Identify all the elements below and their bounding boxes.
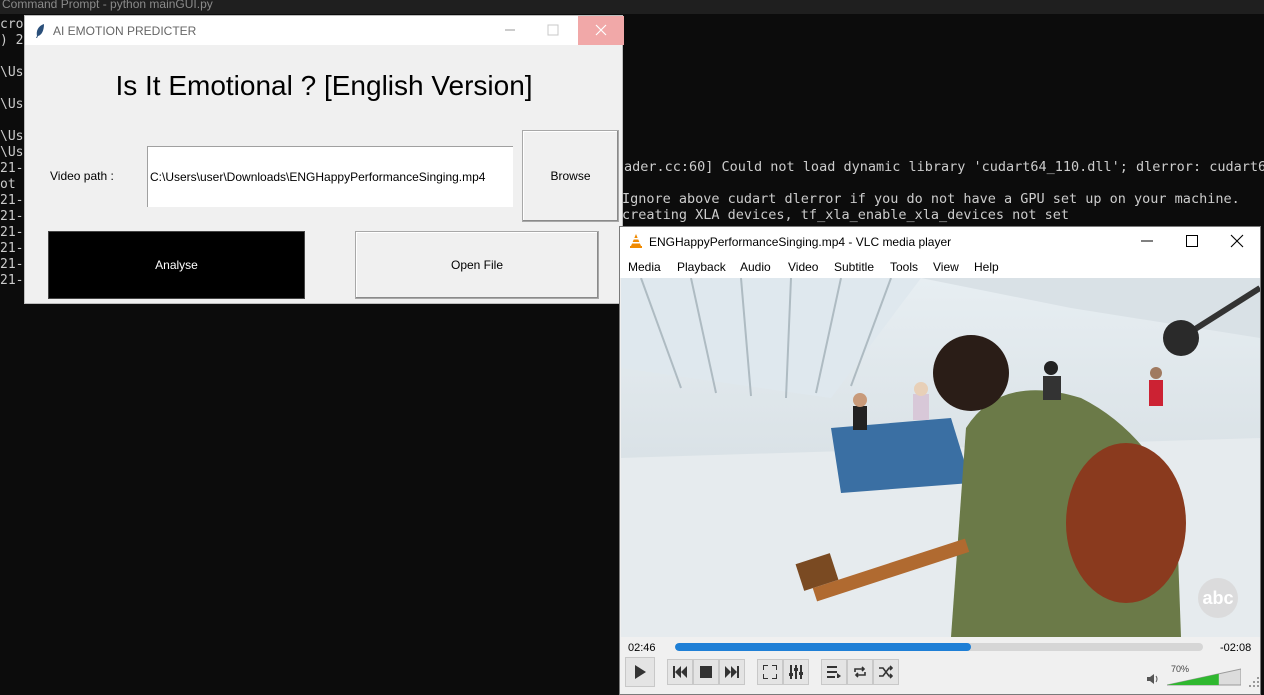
playlist-button[interactable] — [821, 659, 847, 685]
next-button[interactable] — [719, 659, 745, 685]
emotion-app-window: AI EMOTION PREDICTER Is It Emotional ? [… — [24, 15, 624, 304]
analyse-button-label: Analyse — [155, 258, 198, 272]
seek-bar[interactable] — [675, 643, 1203, 651]
browse-button-label: Browse — [550, 169, 591, 183]
analyse-button[interactable]: Analyse — [48, 231, 305, 299]
menu-item-video[interactable]: Video — [788, 260, 818, 274]
fullscreen-icon — [763, 665, 777, 679]
resize-grip-icon[interactable] — [1249, 677, 1259, 687]
cmd-line: cro — [0, 17, 24, 32]
vlc-menubar: Media Playback Audio Video Subtitle Tool… — [620, 256, 1260, 278]
menu-item-media[interactable]: Media — [628, 260, 661, 274]
cmd-line: Ignore above cudart dlerror if you do no… — [622, 191, 1240, 207]
next-icon — [725, 666, 739, 678]
cmd-line: \Us — [0, 65, 24, 80]
stop-button[interactable] — [693, 659, 719, 685]
open-file-button-label: Open File — [450, 258, 504, 272]
shuffle-icon — [879, 665, 893, 679]
cmd-line: 21- — [0, 225, 24, 240]
emotion-app-title: AI EMOTION PREDICTER — [53, 24, 197, 38]
close-icon[interactable] — [1229, 233, 1245, 249]
fullscreen-button[interactable] — [757, 659, 783, 685]
cmd-line: 21- — [0, 273, 24, 288]
cmd-line: ader.cc:60] Could not load dynamic libra… — [624, 159, 1264, 175]
playlist-icon — [827, 666, 841, 678]
vlc-title: ENGHappyPerformanceSinging.mp4 - VLC med… — [649, 235, 952, 249]
cmd-line: \Us — [0, 97, 24, 112]
browse-button[interactable]: Browse — [522, 130, 619, 222]
previous-button[interactable] — [667, 659, 693, 685]
close-icon — [595, 24, 607, 36]
menu-item-help[interactable]: Help — [974, 260, 999, 274]
emotion-app-titlebar[interactable]: AI EMOTION PREDICTER — [25, 16, 624, 45]
vlc-titlebar[interactable]: ENGHappyPerformanceSinging.mp4 - VLC med… — [620, 227, 1260, 256]
cmd-line: 21- — [0, 257, 24, 272]
menu-item-audio[interactable]: Audio — [740, 260, 771, 274]
cmd-line: ) 2 — [0, 33, 24, 48]
maximize-icon[interactable] — [1184, 233, 1200, 249]
previous-icon — [673, 666, 687, 678]
cmd-title: Command Prompt - python mainGUI.py — [2, 0, 213, 11]
menu-item-tools[interactable]: Tools — [890, 260, 918, 274]
maximize-icon[interactable] — [547, 24, 559, 36]
cmd-line: 21- — [0, 193, 24, 208]
seek-bar-fill — [675, 643, 971, 651]
page-title: Is It Emotional ? [English Version] — [115, 70, 533, 101]
play-button[interactable] — [625, 657, 655, 687]
open-file-button[interactable]: Open File — [355, 231, 599, 299]
cmd-line: creating XLA devices, tf_xla_enable_xla_… — [622, 207, 1070, 223]
cmd-line: ot — [0, 177, 16, 192]
video-path-input[interactable]: C:\Users\user\Downloads\ENGHappyPerforma… — [147, 146, 513, 207]
minimize-icon[interactable] — [503, 22, 517, 38]
minimize-icon[interactable] — [1139, 233, 1155, 249]
video-area[interactable]: abc — [621, 278, 1260, 637]
menu-item-view[interactable]: View — [933, 260, 959, 274]
cmd-line: 21- — [0, 241, 24, 256]
cmd-titlebar: Command Prompt - python mainGUI.py — [0, 0, 1264, 14]
cmd-line: 21- — [0, 161, 24, 176]
cmd-line: \Us — [0, 129, 24, 144]
speaker-icon[interactable] — [1147, 673, 1159, 685]
close-button[interactable] — [578, 16, 624, 45]
extended-settings-button[interactable] — [783, 659, 809, 685]
cmd-line: \Us — [0, 145, 24, 160]
stop-icon — [700, 666, 712, 678]
vlc-cone-icon — [630, 234, 642, 248]
watermark-text: abc — [1202, 588, 1233, 608]
volume-slider[interactable] — [1167, 664, 1241, 686]
menu-item-playback[interactable]: Playback — [677, 260, 726, 274]
video-path-label: Video path : — [50, 169, 114, 183]
extended-settings-icon — [789, 665, 803, 679]
play-icon — [635, 665, 646, 679]
shuffle-button[interactable] — [873, 659, 899, 685]
video-frame: abc — [621, 278, 1260, 637]
elapsed-time: 02:46 — [628, 642, 656, 654]
loop-icon — [854, 666, 866, 678]
vlc-window: ENGHappyPerformanceSinging.mp4 - VLC med… — [619, 226, 1261, 695]
remaining-time: -02:08 — [1220, 642, 1252, 654]
menu-item-subtitle[interactable]: Subtitle — [834, 260, 874, 274]
cmd-line: 21- — [0, 209, 24, 224]
loop-button[interactable] — [847, 659, 873, 685]
feather-icon — [36, 24, 44, 38]
